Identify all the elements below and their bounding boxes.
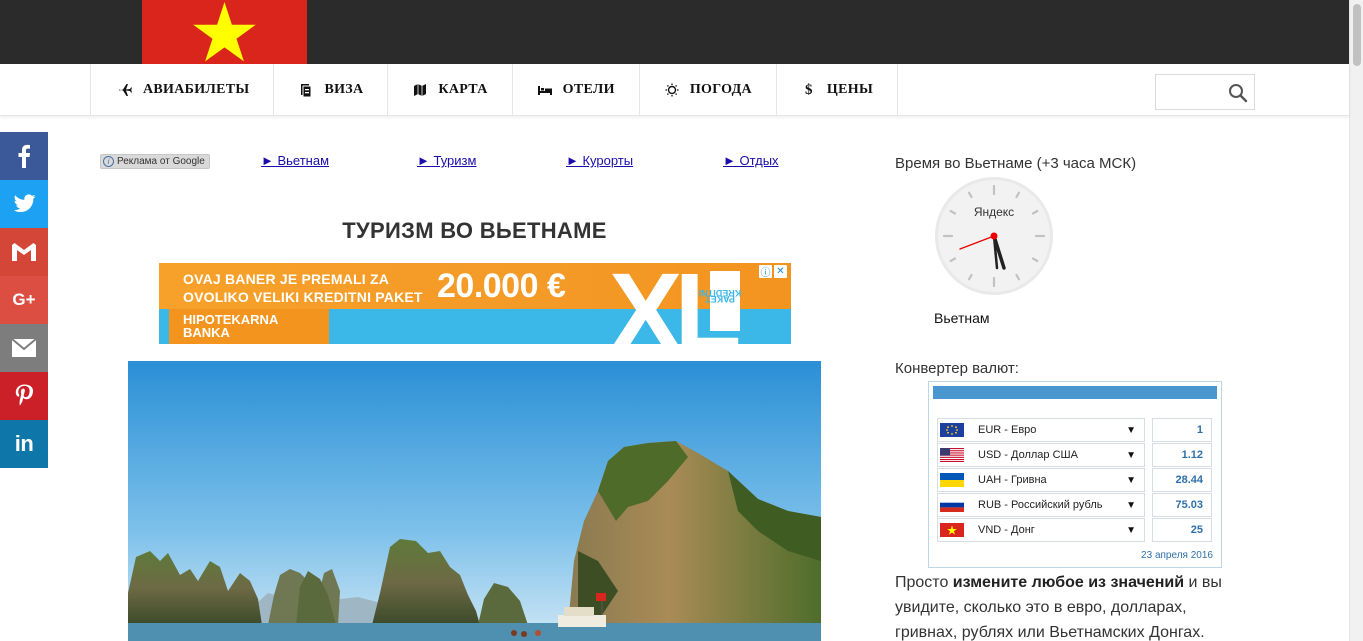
nav-item-flights[interactable]: АВИАБИЛЕТЫ	[91, 64, 275, 116]
ad-link-resorts[interactable]: ► Курорты	[566, 153, 633, 168]
scrollbar-thumb[interactable]	[1353, 4, 1361, 66]
nav-item-map[interactable]: КАРТА	[388, 64, 513, 116]
banner-ad[interactable]: OVAJ BANER JE PREMALI ZA OVOLIKO VELIKI …	[159, 263, 791, 344]
ad-choices-badge[interactable]: i Реклама от Google	[100, 154, 210, 169]
currency-select[interactable]: RUB - Российский рубль ▼	[937, 493, 1145, 517]
nav-item-visa[interactable]: ВИЗА	[274, 64, 389, 116]
halong-bay-photo	[128, 361, 821, 641]
clock-caption: Вьетнам	[934, 310, 990, 326]
nav-item-label: ОТЕЛИ	[562, 82, 615, 97]
vietnam-flag-logo[interactable]	[142, 0, 307, 64]
converter-description: Просто измените любое из значений и вы у…	[895, 574, 1222, 641]
nav-item-label: ПОГОДА	[689, 82, 752, 97]
converter-row: VND - Донг ▼ 25	[937, 518, 1215, 543]
gmail-share-button[interactable]	[0, 228, 48, 276]
chevron-down-icon: ▼	[1126, 524, 1136, 536]
map-icon	[412, 82, 428, 98]
converter-row: USD - Доллар США ▼ 1.12	[937, 443, 1215, 468]
pinterest-icon	[15, 384, 33, 406]
nav-item-prices[interactable]: $ ЦЕНЫ	[777, 64, 898, 116]
ua-flag-icon	[940, 473, 964, 487]
converter-row: EUR - Евро ▼ 1	[937, 418, 1215, 443]
ru-flag-icon	[940, 498, 964, 512]
banner-bank-logo: HIPOTEKARNA BANKA	[183, 312, 279, 340]
google-plus-share-button[interactable]: G+	[0, 276, 48, 324]
pinterest-share-button[interactable]	[0, 372, 48, 420]
ad-link-tourism[interactable]: ► Туризм	[417, 153, 476, 168]
currency-value-input[interactable]: 75.03	[1152, 493, 1212, 517]
nav-item-label: АВИАБИЛЕТЫ	[143, 82, 250, 97]
banner-ad-controls: ⓘ ✕	[759, 265, 789, 279]
time-widget-title: Время во Вьетнаме (+3 часа МСК)	[895, 155, 1137, 172]
gmail-icon	[12, 243, 36, 261]
currency-select[interactable]: UAH - Гривна ▼	[937, 468, 1145, 492]
currency-select[interactable]: EUR - Евро ▼	[937, 418, 1145, 442]
currency-value-input[interactable]: 1.12	[1152, 443, 1212, 467]
converter-row: UAH - Гривна ▼ 28.44	[937, 468, 1215, 493]
nav-menu: АВИАБИЛЕТЫ ВИЗА КАРТА ОТЕЛИ ПОГОДА $ ЦЕН…	[90, 64, 898, 116]
ad-choices-label: Реклама от Google	[117, 156, 205, 167]
chevron-down-icon: ▼	[1126, 499, 1136, 511]
nav-item-label: ВИЗА	[324, 82, 364, 97]
yandex-clock-widget[interactable]: Яндекс	[934, 176, 1054, 296]
twitter-icon	[13, 194, 36, 213]
nav-item-label: КАРТА	[438, 82, 488, 97]
converter-date: 23 апреля 2016	[1141, 550, 1213, 561]
clock-brand: Яндекс	[974, 205, 1014, 219]
ad-link-vietnam[interactable]: ► Вьетнам	[261, 153, 329, 168]
social-share-bar: G+ in	[0, 132, 48, 468]
star-icon	[193, 2, 256, 62]
search-icon[interactable]	[1228, 83, 1248, 103]
sun-icon	[664, 82, 680, 98]
vn-flag-icon	[940, 523, 964, 537]
linkedin-icon: in	[14, 431, 34, 456]
chevron-down-icon: ▼	[1126, 474, 1136, 486]
search-box	[1155, 74, 1255, 110]
banner-text: OVAJ BANER JE PREMALI ZA OVOLIKO VELIKI …	[183, 271, 423, 305]
currency-value-input[interactable]: 28.44	[1152, 468, 1212, 492]
currency-value-input[interactable]: 1	[1152, 418, 1212, 442]
ad-info-icon[interactable]: ⓘ	[759, 265, 772, 279]
page-scrollbar[interactable]	[1349, 0, 1363, 641]
plane-icon	[117, 82, 133, 98]
linkedin-share-button[interactable]: in	[0, 420, 48, 468]
top-header-bar	[0, 0, 1349, 64]
nav-item-weather[interactable]: ПОГОДА	[640, 64, 777, 116]
twitter-share-button[interactable]	[0, 180, 48, 228]
facebook-share-button[interactable]	[0, 132, 48, 180]
email-share-button[interactable]	[0, 324, 48, 372]
currency-select[interactable]: VND - Донг ▼	[937, 518, 1145, 542]
info-icon: i	[103, 156, 114, 167]
search-input[interactable]	[1156, 75, 1226, 109]
chevron-down-icon: ▼	[1126, 424, 1136, 436]
nav-item-hotels[interactable]: ОТЕЛИ	[513, 64, 640, 116]
currency-select[interactable]: USD - Доллар США ▼	[937, 443, 1145, 467]
email-icon	[12, 339, 36, 357]
ad-close-icon[interactable]: ✕	[774, 265, 787, 278]
nav-item-label: ЦЕНЫ	[826, 82, 873, 97]
converter-title: Конвертер валют:	[895, 360, 1019, 377]
bed-icon	[537, 82, 553, 98]
dollar-icon: $	[805, 81, 813, 98]
currency-value-input[interactable]: 25	[1152, 518, 1212, 542]
main-navbar: АВИАБИЛЕТЫ ВИЗА КАРТА ОТЕЛИ ПОГОДА $ ЦЕН…	[0, 64, 1349, 116]
google-plus-icon: G+	[12, 290, 36, 309]
converter-row: RUB - Российский рубль ▼ 75.03	[937, 493, 1215, 518]
facebook-icon	[18, 144, 30, 168]
chevron-down-icon: ▼	[1126, 449, 1136, 461]
banner-amount: 20.000 €	[437, 267, 566, 305]
currency-converter: EUR - Евро ▼ 1 USD - Доллар США ▼ 1.12 U…	[928, 381, 1222, 568]
eu-flag-icon	[940, 423, 964, 437]
ad-link-rest[interactable]: ► Отдых	[723, 153, 779, 168]
banner-paket-tag: KREDITNI PAKET	[699, 271, 741, 331]
us-flag-icon	[940, 448, 964, 462]
passport-icon	[298, 82, 314, 98]
page-title: ТУРИЗМ ВО ВЬЕТНАМЕ	[342, 218, 607, 243]
